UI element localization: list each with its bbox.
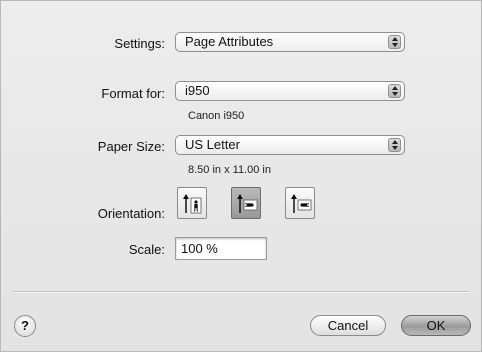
orientation-portrait-button[interactable]	[177, 187, 207, 219]
popup-arrows-icon	[388, 84, 401, 98]
reverse-landscape-orientation-icon	[291, 194, 312, 213]
help-button[interactable]: ?	[14, 315, 36, 337]
orientation-label: Orientation:	[97, 206, 165, 221]
settings-value: Page Attributes	[185, 34, 274, 49]
scale-input[interactable]: 100 %	[175, 237, 267, 260]
landscape-orientation-icon	[237, 194, 258, 213]
printer-description: Canon i950	[188, 110, 245, 122]
format-for-label: Format for:	[101, 86, 165, 101]
settings-popup[interactable]: Page Attributes	[175, 32, 405, 52]
scale-label: Scale:	[128, 242, 165, 257]
popup-arrows-icon	[388, 138, 401, 152]
divider	[13, 291, 469, 293]
paper-size-value: US Letter	[185, 137, 240, 152]
portrait-orientation-icon	[183, 194, 202, 214]
orientation-landscape-button[interactable]	[231, 187, 261, 219]
format-for-value: i950	[185, 83, 210, 98]
popup-arrows-icon	[388, 35, 401, 49]
format-for-popup[interactable]: i950	[175, 81, 405, 101]
settings-label: Settings:	[114, 36, 165, 51]
orientation-reverse-landscape-button[interactable]	[285, 187, 315, 219]
paper-size-popup[interactable]: US Letter	[175, 135, 405, 155]
page-setup-dialog: Settings: Page Attributes Format for: i9…	[0, 0, 482, 352]
ok-button[interactable]: OK	[401, 315, 471, 336]
paper-size-label: Paper Size:	[97, 139, 165, 154]
cancel-button[interactable]: Cancel	[310, 315, 386, 336]
paper-dimensions: 8.50 in x 11.00 in	[188, 164, 271, 176]
